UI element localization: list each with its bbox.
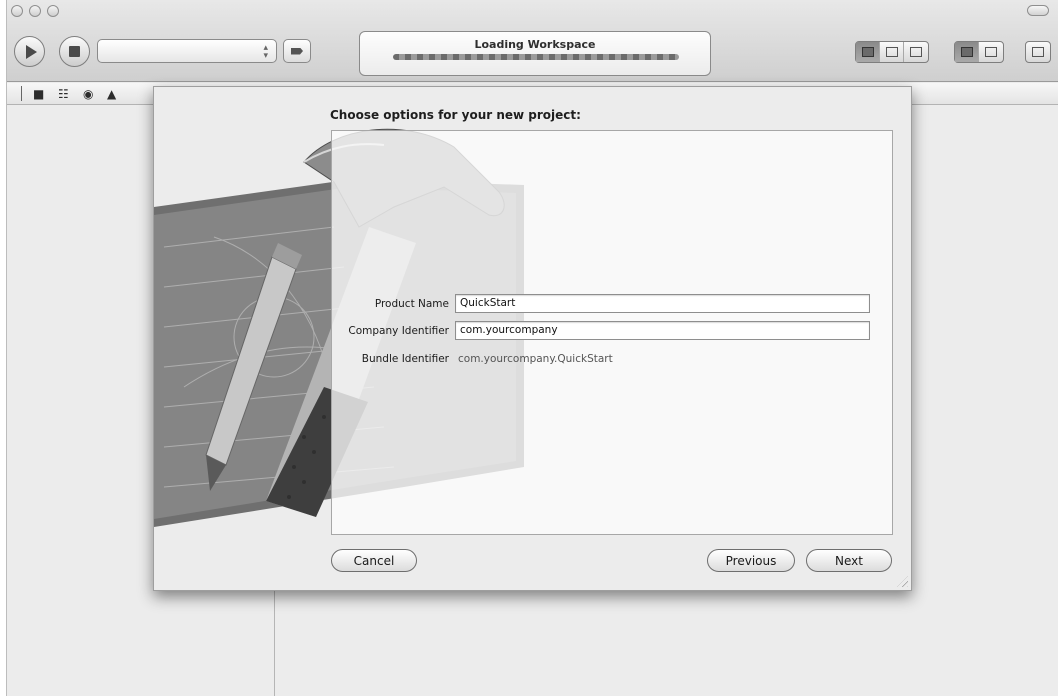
toolbar-toggle-button[interactable]	[1027, 5, 1049, 16]
warning-icon[interactable]: ▲	[107, 87, 116, 101]
close-window-button[interactable]	[11, 5, 23, 17]
cancel-button[interactable]: Cancel	[331, 549, 417, 572]
navigator-divider	[21, 86, 22, 101]
stop-icon	[69, 46, 80, 57]
loading-progress-fill	[393, 54, 679, 60]
loading-progress-bar	[393, 54, 679, 60]
activity-viewer: Loading Workspace	[359, 31, 711, 76]
view-toggle-segmented	[954, 41, 1004, 63]
version-editor-button[interactable]	[904, 42, 928, 62]
company-identifier-field[interactable]: com.yourcompany	[455, 321, 870, 340]
version-editor-icon	[910, 47, 922, 57]
new-project-sheet: Choose options for your new project: Pro…	[153, 86, 912, 591]
assistant-editor-icon	[885, 47, 898, 57]
standard-editor-button[interactable]	[856, 42, 880, 62]
debug-panel-icon	[985, 47, 997, 57]
scheme-popup[interactable]: ▴ ▾	[97, 39, 277, 63]
navigator-toggle-button[interactable]	[955, 42, 979, 62]
bundle-identifier-label: Bundle Identifier	[361, 353, 449, 365]
stop-button[interactable]	[59, 36, 90, 67]
editor-mode-segmented	[855, 41, 929, 63]
breakpoints-button[interactable]	[283, 39, 311, 63]
product-name-field[interactable]: QuickStart	[455, 294, 870, 313]
hierarchy-icon[interactable]: ☷	[58, 87, 69, 101]
standard-editor-icon	[861, 47, 874, 57]
minimize-window-button[interactable]	[29, 5, 41, 17]
window-toolbar: ▴ ▾ Loading Workspace	[7, 0, 1058, 82]
organizer-icon	[1032, 47, 1044, 57]
previous-button[interactable]: Previous	[707, 549, 795, 572]
resize-grip-icon[interactable]	[897, 576, 908, 587]
assistant-editor-button[interactable]	[880, 42, 904, 62]
zoom-window-button[interactable]	[47, 5, 59, 17]
product-name-label: Product Name	[374, 298, 449, 310]
company-identifier-label: Company Identifier	[348, 325, 449, 337]
sheet-title: Choose options for your new project:	[330, 108, 581, 122]
bundle-identifier-value: com.yourcompany.QuickStart	[458, 353, 613, 365]
play-icon	[25, 44, 37, 59]
run-button[interactable]	[14, 36, 45, 67]
debug-area-toggle-button[interactable]	[979, 42, 1003, 62]
folder-icon[interactable]: ■	[33, 87, 44, 101]
organizer-button[interactable]	[1026, 42, 1050, 62]
navigator-panel-icon	[960, 47, 973, 57]
activity-title: Loading Workspace	[474, 38, 596, 51]
search-icon[interactable]: ◉	[83, 87, 93, 101]
next-button[interactable]: Next	[806, 549, 892, 572]
updown-arrows-icon: ▴ ▾	[263, 42, 268, 60]
breakpoint-icon	[291, 47, 303, 55]
organizer-segmented	[1025, 41, 1051, 63]
